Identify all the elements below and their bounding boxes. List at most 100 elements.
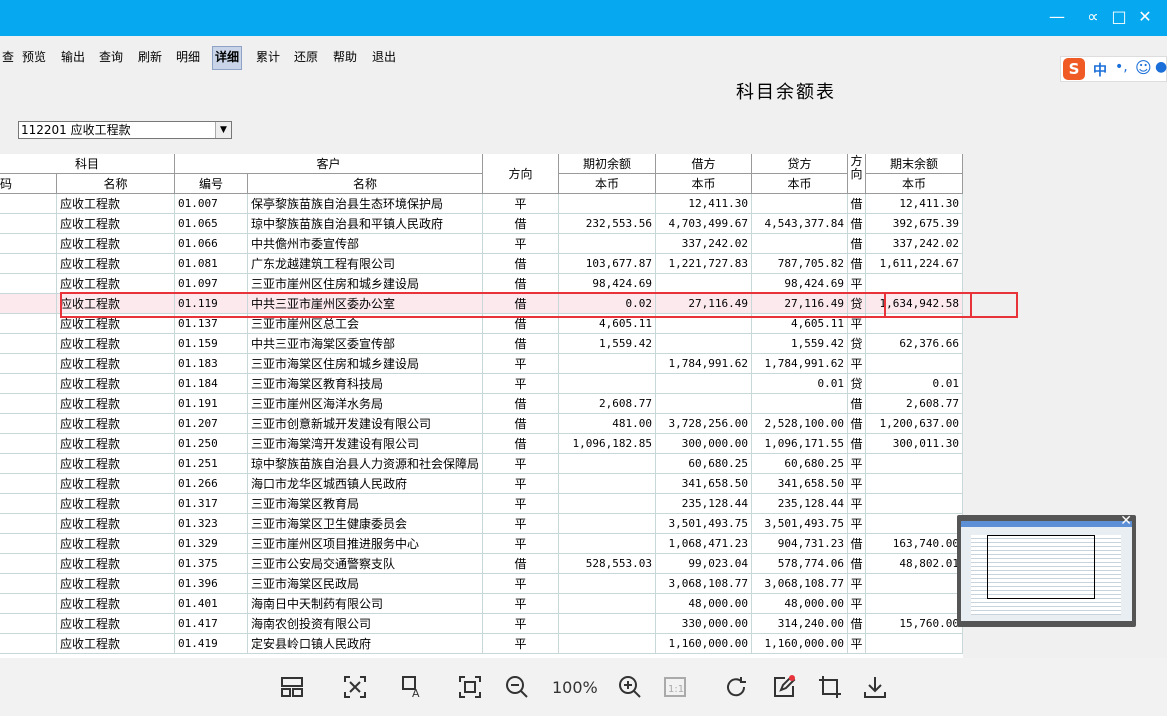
actual-size-icon[interactable]: 1:1 [662, 674, 688, 700]
table-row[interactable]: 应收工程款 01.007 保亭黎族苗族自治县生态环境保护局平 12,411.30 借 12… [0, 194, 963, 214]
table-row[interactable]: 应收工程款 01.329 三亚市崖州区项目推进服务中心平 1,068,471.23 90… [0, 534, 963, 554]
row-direction: 平 [483, 534, 559, 554]
table-row[interactable]: 应收工程款 01.417 海南农创投资有限公司平 330,000.00 314,240.… [0, 614, 963, 634]
account-select-value: 112201 应收工程款 [21, 123, 131, 137]
header-direction-2: 方向 [848, 154, 866, 194]
toolbar-item-detailed[interactable]: 详细 [212, 46, 243, 70]
row-opening [559, 514, 656, 534]
thumbnail-preview[interactable]: ✕ [957, 513, 1136, 627]
row-debit: 1,784,991.62 [656, 354, 752, 374]
row-opening: 528,553.03 [559, 554, 656, 574]
table-row[interactable]: 应收工程款 01.266 海口市龙华区城西镇人民政府平 341,658.50 341,6… [0, 474, 963, 494]
toolbar-item-refresh[interactable]: 刷新 [136, 46, 164, 68]
translate-icon[interactable]: A [400, 674, 426, 700]
row-direction-2: 平 [848, 494, 866, 514]
row-direction-2: 借 [848, 394, 866, 414]
row-left-code [0, 454, 57, 474]
row-opening: 98,424.69 [559, 274, 656, 294]
row-direction: 平 [483, 574, 559, 594]
table-row[interactable]: 应收工程款 01.251 琼中黎族苗族自治县人力资源和社会保障局平 60,680.25… [0, 454, 963, 474]
download-icon[interactable] [862, 674, 888, 700]
thumbnail-viewport[interactable] [987, 535, 1095, 599]
toolbar-item-exit[interactable]: 退出 [370, 46, 398, 68]
crop-icon[interactable] [817, 674, 843, 700]
row-ending [866, 354, 963, 374]
row-subject: 应收工程款 [57, 534, 175, 554]
rotate-icon[interactable] [724, 674, 750, 700]
row-direction-2: 贷 [848, 334, 866, 354]
table-row[interactable]: 应收工程款 01.207 三亚市创意新城开发建设有限公司借 481.00 3,728,2… [0, 414, 963, 434]
row-left-code [0, 354, 57, 374]
close-icon[interactable]: ✕ [1134, 6, 1156, 28]
row-customer-code: 01.329 [175, 534, 248, 554]
svg-text:A: A [412, 687, 420, 700]
thumbnail-titlebar [961, 521, 1132, 527]
table-row[interactable]: 应收工程款 01.323 三亚市海棠区卫生健康委员会平 3,501,493.75 3,5… [0, 514, 963, 534]
restore-icon[interactable]: ∝ [1082, 6, 1104, 28]
row-credit: 1,096,171.55 [752, 434, 848, 454]
table-row[interactable]: 应收工程款 01.159 中共三亚市海棠区委宣传部借 1,559.42 1,559.42… [0, 334, 963, 354]
row-ending: 300,011.30 [866, 434, 963, 454]
zoom-out-icon[interactable] [504, 674, 530, 700]
row-customer-name: 定安县岭口镇人民政府 [248, 634, 483, 654]
row-ending [866, 634, 963, 654]
row-debit: 300,000.00 [656, 434, 752, 454]
ocr-icon[interactable] [342, 674, 368, 700]
table-row[interactable]: 应收工程款 01.250 三亚市海棠湾开发建设有限公司借 1,096,182.85 30… [0, 434, 963, 454]
toolbar-item-cumulative[interactable]: 累计 [254, 46, 282, 68]
maximize-icon[interactable]: □ [1108, 6, 1130, 28]
row-opening [559, 614, 656, 634]
row-credit: 235,128.44 [752, 494, 848, 514]
toolbar-item-detail[interactable]: 明细 [174, 46, 202, 68]
table-row[interactable]: 应收工程款 01.097 三亚市崖州区住房和城乡建设局借 98,424.69 98,42… [0, 274, 963, 294]
toolbar-item-restore[interactable]: 还原 [292, 46, 320, 68]
toolbar-item-query[interactable]: 查询 [97, 46, 125, 68]
table-row[interactable]: 应收工程款 01.401 海南日中天制药有限公司平 48,000.00 48,000.0… [0, 594, 963, 614]
row-ending [866, 574, 963, 594]
row-customer-name: 海南日中天制药有限公司 [248, 594, 483, 614]
emoji-icon: ☺ [1135, 58, 1152, 77]
chevron-down-icon[interactable]: ▼ [215, 122, 231, 138]
table-row[interactable]: 应收工程款 01.081 广东龙越建筑工程有限公司借 103,677.87 1,221,… [0, 254, 963, 274]
toolbar-item-help[interactable]: 帮助 [331, 46, 359, 68]
table-row[interactable]: 应收工程款 01.317 三亚市海棠区教育局平 235,128.44 235,128.4… [0, 494, 963, 514]
ime-toolbar[interactable]: S 中 •, ☺ ● [1060, 56, 1167, 82]
row-direction-2: 平 [848, 594, 866, 614]
table-row[interactable]: 应收工程款 01.183 三亚市海棠区住房和城乡建设局平 1,784,991.62 1,… [0, 354, 963, 374]
header-direction: 方向 [483, 154, 559, 194]
row-left-code [0, 214, 57, 234]
toolbar-item-output[interactable]: 输出 [59, 46, 87, 68]
layout-icon[interactable] [279, 674, 305, 700]
zoom-level: 100% [552, 678, 598, 697]
edit-icon[interactable] [771, 674, 797, 700]
table-row[interactable]: 应收工程款 01.375 三亚市公安局交通警察支队借 528,553.03 99,023… [0, 554, 963, 574]
row-credit: 48,000.00 [752, 594, 848, 614]
table-row[interactable]: 应收工程款 01.184 三亚市海棠区教育科技局平 0.01 贷 0.01 [0, 374, 963, 394]
row-subject: 应收工程款 [57, 334, 175, 354]
toolbar-item-preview[interactable]: 预览 [20, 46, 48, 68]
account-select[interactable]: 112201 应收工程款 ▼ [18, 121, 232, 139]
table-row[interactable]: 应收工程款 01.419 定安县岭口镇人民政府平 1,160,000.00 1,160,… [0, 634, 963, 654]
subheader-subject-name: 名称 [57, 174, 175, 194]
row-direction: 平 [483, 514, 559, 534]
row-ending: 62,376.66 [866, 334, 963, 354]
subheader-code: 码 [0, 174, 57, 194]
row-direction-2: 借 [848, 554, 866, 574]
toolbar-item-check[interactable]: 查 [0, 46, 16, 68]
table-row[interactable]: 应收工程款 01.065 琼中黎族苗族自治县和平镇人民政府借 232,553.56 4,… [0, 214, 963, 234]
zoom-in-icon[interactable] [617, 674, 643, 700]
thumbnail-close-icon[interactable]: ✕ [1120, 513, 1132, 529]
window-titlebar: — ∝ □ ✕ [0, 0, 1167, 36]
row-left-code [0, 194, 57, 214]
table-row[interactable]: 应收工程款 01.396 三亚市海棠区民政局平 3,068,108.77 3,068,1… [0, 574, 963, 594]
header-credit: 贷方 [752, 154, 848, 174]
row-subject: 应收工程款 [57, 214, 175, 234]
row-credit: 1,559.42 [752, 334, 848, 354]
table-row[interactable]: 应收工程款 01.191 三亚市崖州区海洋水务局借 2,608.77 借 2,608.77 [0, 394, 963, 414]
minimize-icon[interactable]: — [1046, 6, 1068, 28]
row-ending: 48,802.01 [866, 554, 963, 574]
subheader-customer-name: 名称 [248, 174, 483, 194]
ime-lang: 中 [1093, 63, 1107, 79]
table-row[interactable]: 应收工程款 01.066 中共儋州市委宣传部平 337,242.02 借 337,242.… [0, 234, 963, 254]
fit-screen-icon[interactable] [457, 674, 483, 700]
